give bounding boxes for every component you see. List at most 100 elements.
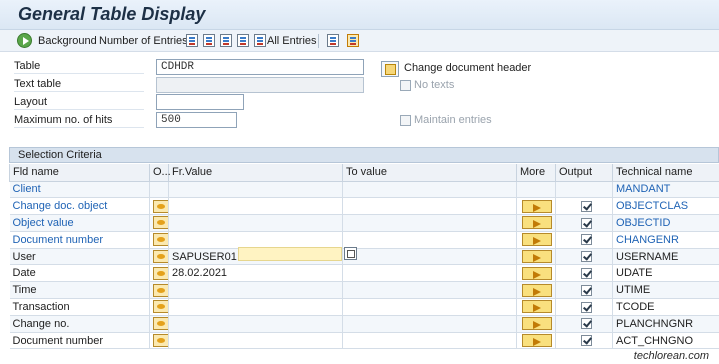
to-value-cell[interactable] — [342, 298, 517, 316]
export-icon[interactable] — [347, 34, 359, 47]
execute-icon[interactable] — [17, 33, 32, 48]
multiple-selection-icon[interactable] — [522, 266, 552, 280]
col-fld-name[interactable]: Fld name — [9, 164, 150, 182]
col-option[interactable]: O... — [149, 164, 171, 182]
to-value-cell[interactable] — [342, 181, 517, 199]
to-value-cell[interactable] — [342, 281, 517, 300]
change-document-header-button[interactable]: Change document header — [404, 62, 531, 74]
all-entries-button[interactable]: All Entries — [267, 33, 317, 49]
option-cell — [149, 332, 169, 350]
list-details-icon[interactable] — [220, 34, 232, 47]
to-value-cell[interactable] — [342, 214, 517, 232]
technical-name: MANDANT — [612, 181, 719, 199]
to-value-cell[interactable] — [342, 264, 517, 283]
selection-option-icon[interactable] — [153, 266, 168, 280]
output-checkbox[interactable] — [581, 217, 592, 229]
output-cell — [555, 315, 613, 333]
output-cell — [555, 332, 613, 350]
list-select-icon[interactable] — [203, 34, 215, 47]
multiple-selection-icon[interactable] — [522, 233, 552, 247]
selection-option-icon[interactable] — [153, 233, 168, 247]
background-button[interactable]: Background — [38, 33, 97, 49]
col-output[interactable]: Output — [555, 164, 613, 182]
number-of-entries-button[interactable]: Number of Entries — [99, 33, 188, 49]
layout-label: Layout — [14, 96, 144, 110]
option-cell — [149, 197, 169, 216]
output-checkbox[interactable] — [581, 318, 592, 330]
from-value-cell[interactable] — [168, 231, 343, 249]
selection-option-icon[interactable] — [153, 317, 168, 331]
from-value-cell[interactable] — [168, 332, 343, 350]
selection-option-icon[interactable] — [153, 283, 168, 297]
from-value-cell[interactable] — [168, 281, 343, 300]
table-row: Document number CHANGENR — [9, 231, 719, 249]
selection-option-icon[interactable] — [153, 334, 168, 348]
multiple-selection-icon[interactable] — [522, 317, 552, 331]
output-checkbox[interactable] — [581, 234, 592, 246]
table-row: Change doc. object OBJECTCLAS — [9, 197, 719, 216]
more-cell — [516, 298, 556, 316]
multiple-selection-icon[interactable] — [522, 300, 552, 314]
table-row: Change no. PLANCHNGNR — [9, 315, 719, 333]
selection-option-icon[interactable] — [153, 216, 168, 230]
technical-name: OBJECTCLAS — [612, 197, 719, 216]
layout-input[interactable] — [156, 94, 244, 110]
col-fr-value[interactable]: Fr.Value — [168, 164, 343, 182]
from-value-cell[interactable]: 28.02.2021 — [168, 264, 343, 283]
option-cell — [149, 264, 169, 283]
to-value-cell[interactable] — [342, 332, 517, 350]
technical-name: UDATE — [612, 264, 719, 283]
to-value-cell[interactable] — [342, 197, 517, 216]
output-checkbox[interactable] — [581, 301, 592, 313]
field-name: Date — [9, 264, 150, 283]
col-more[interactable]: More — [516, 164, 556, 182]
from-value-cell[interactable] — [168, 197, 343, 216]
table-row: User SAPUSER01 USERNAME — [9, 248, 719, 266]
selection-option-icon[interactable] — [153, 300, 168, 314]
technical-name: TCODE — [612, 298, 719, 316]
multiple-selection-icon[interactable] — [522, 199, 552, 213]
application-toolbar: Background Number of Entries All Entries — [0, 30, 719, 52]
title-bar: General Table Display — [0, 0, 719, 30]
option-cell — [149, 181, 169, 199]
field-name: Change doc. object — [9, 197, 150, 216]
output-checkbox[interactable] — [581, 284, 592, 296]
layout-icon[interactable] — [327, 34, 339, 47]
more-cell — [516, 248, 556, 266]
multiple-selection-icon[interactable] — [522, 250, 552, 264]
value-help-icon[interactable] — [344, 247, 357, 260]
multiple-selection-icon[interactable] — [522, 334, 552, 348]
technical-name: CHANGENR — [612, 231, 719, 249]
from-value-cell[interactable] — [168, 214, 343, 232]
option-cell — [149, 281, 169, 300]
technical-name: ACT_CHNGNO — [612, 332, 719, 350]
from-value-cell[interactable] — [168, 298, 343, 316]
output-cell — [555, 264, 613, 283]
col-to-value[interactable]: To value — [342, 164, 517, 182]
table-input[interactable] — [156, 59, 364, 75]
text-table-input — [156, 77, 364, 93]
from-value-cell[interactable] — [168, 181, 343, 199]
to-value-cell[interactable] — [342, 231, 517, 249]
output-checkbox[interactable] — [581, 200, 592, 212]
to-value-cell[interactable] — [342, 248, 517, 266]
user-to-value-field[interactable] — [238, 247, 342, 261]
max-hits-input[interactable] — [156, 112, 237, 128]
list-delete-icon[interactable] — [237, 34, 249, 47]
output-checkbox[interactable] — [581, 335, 592, 347]
output-cell — [555, 231, 613, 249]
more-cell — [516, 197, 556, 216]
change-document-header-icon[interactable] — [381, 61, 399, 77]
table-header-row: Fld name O... Fr.Value To value More Out… — [9, 164, 719, 182]
col-technical-name[interactable]: Technical name — [612, 164, 719, 182]
list-icon[interactable] — [186, 34, 198, 47]
technical-name: PLANCHNGNR — [612, 315, 719, 333]
selection-option-icon[interactable] — [153, 199, 168, 213]
multiple-selection-icon[interactable] — [522, 283, 552, 297]
selection-option-icon[interactable] — [153, 250, 168, 264]
multiple-selection-icon[interactable] — [522, 216, 552, 230]
from-value-cell[interactable] — [168, 315, 343, 333]
output-checkbox[interactable] — [581, 251, 592, 263]
output-checkbox[interactable] — [581, 267, 592, 279]
to-value-cell[interactable] — [342, 315, 517, 333]
